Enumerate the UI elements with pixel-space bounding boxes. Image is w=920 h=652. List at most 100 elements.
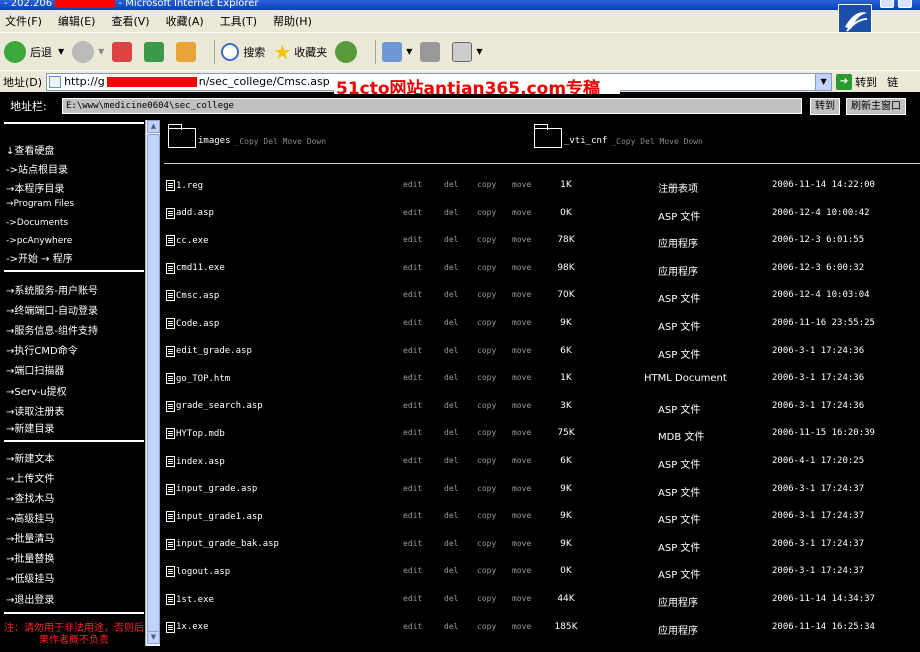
file-name[interactable]: add.asp (166, 207, 214, 219)
copy-link[interactable]: copy (477, 566, 496, 575)
edit-link[interactable]: edit (403, 373, 422, 382)
copy-link[interactable]: copy (477, 622, 496, 631)
del-link[interactable]: del (444, 290, 458, 299)
scroll-thumb[interactable] (147, 134, 160, 634)
sidebar-item[interactable]: →终端端口-自动登录 (6, 302, 144, 317)
restore-button[interactable] (880, 0, 894, 8)
favorites-button[interactable]: ★ 收藏夹 (273, 40, 327, 64)
sidebar-item[interactable]: →端口扫描器 (6, 362, 144, 377)
move-link[interactable]: move (512, 208, 531, 217)
search-button[interactable]: 搜索 (221, 42, 265, 61)
file-name[interactable]: cmd11.exe (166, 262, 225, 274)
edit-link[interactable]: edit (403, 318, 422, 327)
move-link[interactable]: move (512, 346, 531, 355)
del-link[interactable]: del (444, 594, 458, 603)
del-link[interactable]: del (444, 622, 458, 631)
copy-link[interactable]: copy (477, 208, 496, 217)
move-link[interactable]: move (512, 290, 531, 299)
path-input[interactable]: E:\www\medicine0604\sec_college (62, 98, 802, 114)
copy-link[interactable]: copy (477, 318, 496, 327)
file-name[interactable]: edit_grade.asp (166, 345, 252, 357)
move-link[interactable]: move (512, 539, 531, 548)
menu-file[interactable]: 文件(F) (5, 13, 42, 29)
move-link[interactable]: move (512, 566, 531, 575)
chevron-down-icon[interactable]: ▼ (98, 47, 104, 56)
del-link[interactable]: del (444, 456, 458, 465)
sidebar-item[interactable]: →执行CMD命令 (6, 342, 144, 357)
sidebar-item[interactable]: →上传文件 (6, 470, 144, 485)
del-link[interactable]: del (444, 208, 458, 217)
sidebar-item[interactable]: →低级挂马 (6, 570, 144, 585)
file-name[interactable]: 1x.exe (166, 621, 209, 633)
sidebar-item[interactable]: ->Documents (6, 218, 144, 228)
sidebar-item[interactable]: →服务信息-组件支持 (6, 322, 144, 337)
edit-link[interactable]: edit (403, 263, 422, 272)
file-name[interactable]: input_grade_bak.asp (166, 538, 279, 550)
sidebar-item[interactable]: →高级挂马 (6, 510, 144, 525)
move-link[interactable]: move (512, 263, 531, 272)
del-link[interactable]: del (444, 539, 458, 548)
copy-link[interactable]: copy (477, 290, 496, 299)
chevron-down-icon[interactable]: ▼ (476, 47, 482, 56)
file-name[interactable]: index.asp (166, 456, 225, 467)
scroll-up-icon[interactable]: ▲ (147, 120, 160, 133)
scroll-down-icon[interactable]: ▼ (147, 631, 160, 644)
copy-link[interactable]: copy (477, 180, 496, 189)
chevron-down-icon[interactable]: ▼ (406, 47, 412, 56)
edit-link[interactable]: edit (403, 290, 422, 299)
sidebar-item[interactable]: →批量清马 (6, 530, 144, 545)
sidebar-item[interactable]: ->pcAnywhere (6, 236, 144, 246)
del-link[interactable]: del (444, 180, 458, 189)
folder-actions[interactable]: _Copy Del Move Down (611, 137, 703, 146)
edit-link[interactable]: edit (403, 566, 422, 575)
copy-link[interactable]: copy (477, 346, 496, 355)
menu-edit[interactable]: 编辑(E) (58, 13, 96, 29)
copy-link[interactable]: copy (477, 263, 496, 272)
edit-link[interactable]: edit (403, 180, 422, 189)
copy-link[interactable]: copy (477, 373, 496, 382)
sidebar-item[interactable]: →读取注册表 (6, 403, 144, 418)
back-button[interactable]: 后退 ▼ (4, 40, 64, 63)
copy-link[interactable]: copy (477, 428, 496, 437)
file-name[interactable]: logout.asp (166, 566, 230, 578)
copy-link[interactable]: copy (477, 594, 496, 603)
folder-actions[interactable]: _Copy Del Move Down (235, 137, 327, 146)
edit-link[interactable]: edit (403, 511, 422, 520)
edit-link[interactable]: edit (403, 401, 422, 410)
file-name[interactable]: Cmsc.asp (166, 290, 219, 302)
links-label[interactable]: 链 (887, 74, 898, 90)
file-name[interactable]: input_grade1.asp (166, 511, 263, 523)
del-link[interactable]: del (444, 401, 458, 410)
history-button[interactable] (335, 40, 361, 63)
edit-button[interactable]: ▼ (452, 41, 483, 62)
edit-link[interactable]: edit (403, 484, 422, 493)
file-name[interactable]: 1st.exe (166, 594, 214, 605)
file-name[interactable]: 1.reg (166, 180, 203, 191)
sidebar-scrollbar[interactable]: ▲ ▼ (145, 120, 160, 646)
edit-link[interactable]: edit (403, 208, 422, 217)
sidebar-item[interactable]: →退出登录 (6, 591, 144, 606)
del-link[interactable]: del (444, 318, 458, 327)
copy-link[interactable]: copy (477, 401, 496, 410)
file-name[interactable]: cc.exe (166, 235, 209, 247)
refresh-main-button[interactable]: 刷新主窗口 (846, 97, 906, 115)
menu-view[interactable]: 查看(V) (111, 13, 149, 29)
sidebar-item[interactable]: →本程序目录 (6, 180, 144, 195)
sidebar-item[interactable]: →Program Files (6, 199, 144, 209)
move-link[interactable]: move (512, 373, 531, 382)
folder-item[interactable]: images _Copy Del Move Down (168, 124, 327, 148)
move-link[interactable]: move (512, 428, 531, 437)
file-name[interactable]: input_grade.asp (166, 483, 257, 495)
copy-link[interactable]: copy (477, 484, 496, 493)
print-button[interactable] (420, 41, 444, 62)
del-link[interactable]: del (444, 428, 458, 437)
forward-button[interactable]: ▼ (72, 40, 104, 63)
del-link[interactable]: del (444, 511, 458, 520)
del-link[interactable]: del (444, 484, 458, 493)
move-link[interactable]: move (512, 484, 531, 493)
sidebar-item[interactable]: ->开始 → 程序 (6, 250, 144, 265)
folder-item[interactable]: _vti_cnf _Copy Del Move Down (534, 124, 703, 148)
del-link[interactable]: del (444, 235, 458, 244)
sidebar-item[interactable]: ->站点根目录 (6, 161, 144, 176)
sidebar-item[interactable]: ↓查看硬盘 (6, 142, 144, 157)
